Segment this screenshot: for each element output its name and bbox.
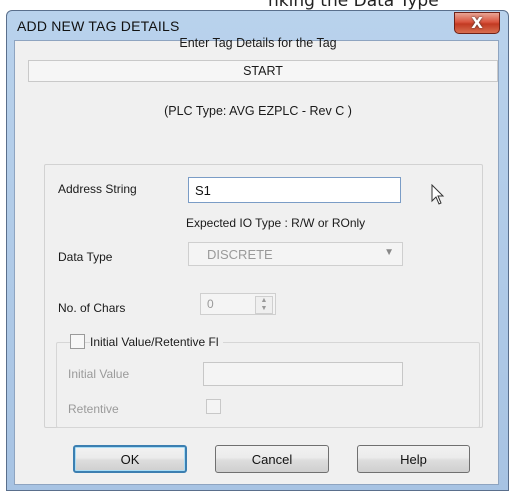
- chevron-down-icon: ▼: [384, 247, 394, 258]
- no-of-chars-stepper[interactable]: 0 ▲ ▼: [200, 293, 276, 315]
- close-icon: X: [471, 14, 483, 32]
- stepper-buttons[interactable]: ▲ ▼: [255, 296, 273, 314]
- stepper-up-icon[interactable]: ▲: [256, 297, 272, 305]
- ok-button[interactable]: OK: [73, 445, 187, 473]
- tag-name-value: START: [243, 64, 283, 78]
- expected-io-type-text: Expected IO Type : R/W or ROnly: [186, 216, 366, 230]
- dialog-title: ADD NEW TAG DETAILS: [17, 18, 180, 34]
- data-type-select[interactable]: DISCRETE ▼: [188, 242, 403, 266]
- address-string-label: Address String: [58, 182, 137, 196]
- initial-value-retentive-label: Initial Value/Retentive Fl: [90, 335, 223, 349]
- plc-type-text: (PLC Type: AVG EZPLC - Rev C ): [164, 104, 352, 118]
- enter-tag-details-heading: Enter Tag Details for the Tag: [179, 36, 337, 50]
- cancel-button[interactable]: Cancel: [215, 445, 329, 473]
- no-of-chars-value: 0: [207, 297, 214, 311]
- stepper-down-icon[interactable]: ▼: [256, 305, 272, 313]
- no-of-chars-label: No. of Chars: [58, 301, 126, 315]
- data-type-value: DISCRETE: [207, 247, 273, 262]
- initial-value-label: Initial Value: [68, 367, 130, 381]
- mouse-pointer-icon: [431, 184, 445, 205]
- initial-value-retentive-checkbox[interactable]: [70, 334, 85, 349]
- data-type-label: Data Type: [58, 250, 113, 264]
- help-button[interactable]: Help: [357, 445, 470, 473]
- address-string-input[interactable]: [188, 177, 401, 203]
- tag-name-box: START: [28, 60, 498, 82]
- retentive-label: Retentive: [68, 402, 119, 416]
- retentive-checkbox[interactable]: [206, 399, 221, 414]
- close-button[interactable]: X: [454, 12, 500, 34]
- initial-value-input[interactable]: [203, 362, 403, 386]
